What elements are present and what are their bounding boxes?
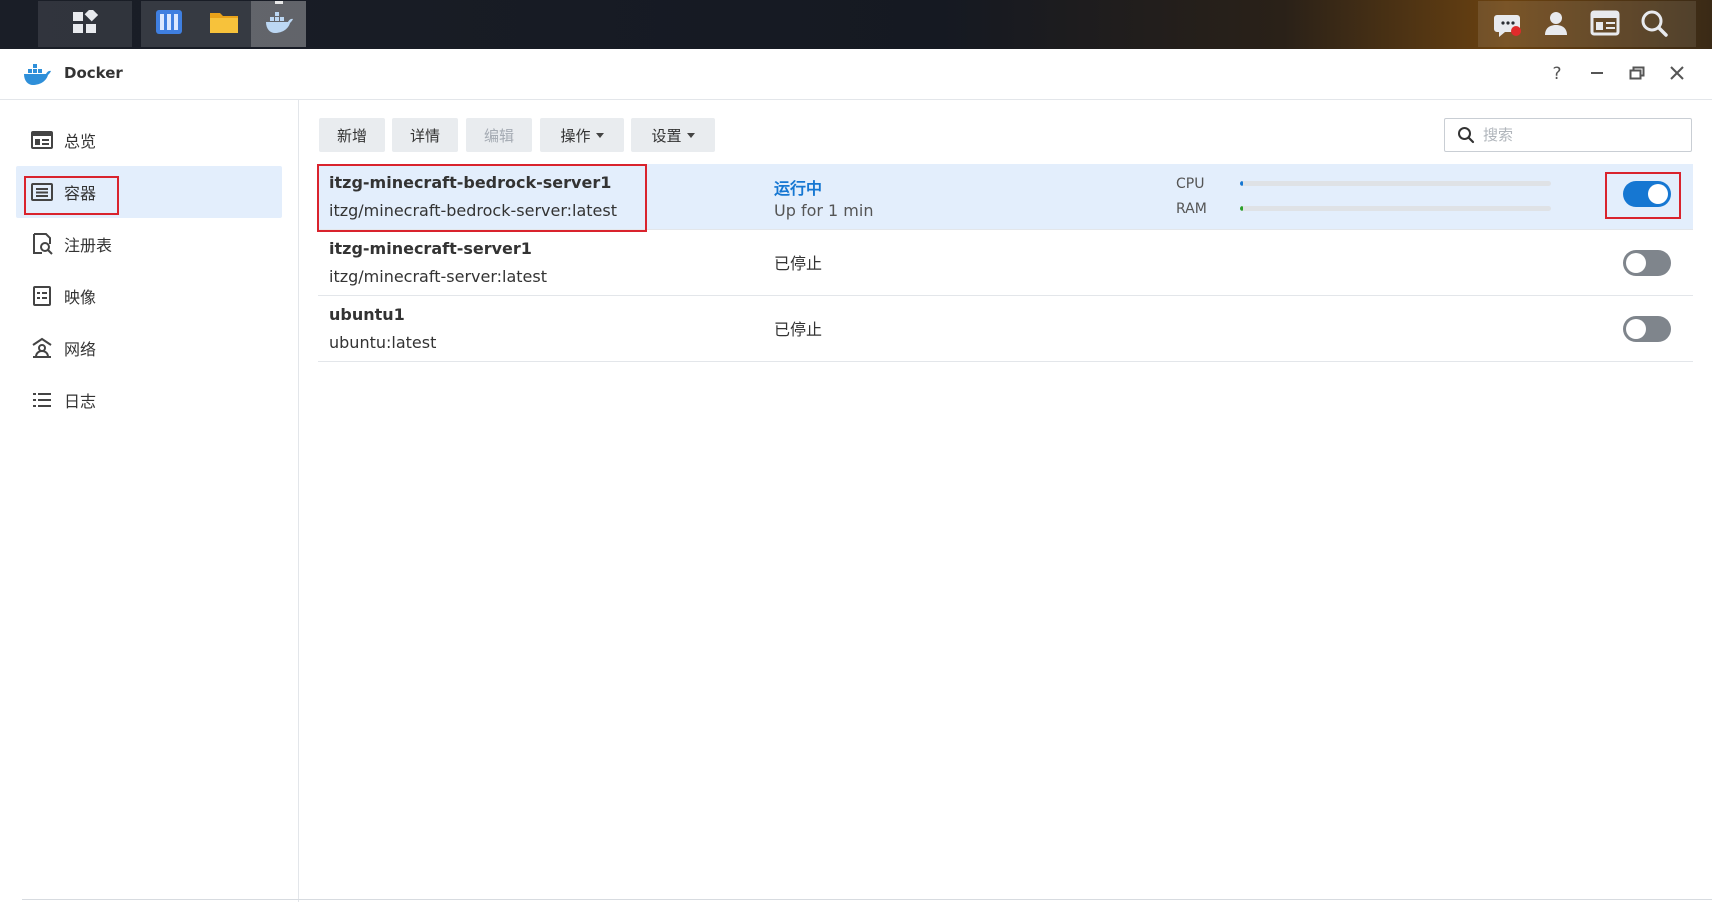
action-label: 操作	[560, 126, 591, 145]
details-button[interactable]: 详情	[392, 118, 458, 152]
sidebar-item-log[interactable]: 日志	[16, 374, 282, 426]
ram-label: RAM	[1176, 201, 1207, 217]
minimize-button[interactable]	[1582, 59, 1612, 89]
restore-button[interactable]	[1622, 59, 1652, 89]
chevron-down-icon	[595, 132, 604, 138]
sidebar-item-label: 日志	[64, 392, 97, 411]
taskbar	[0, 0, 1712, 49]
container-icon	[30, 180, 54, 204]
window-title: Docker	[64, 64, 123, 82]
sidebar-item-label: 网络	[64, 340, 97, 359]
container-run-toggle[interactable]	[1623, 181, 1671, 207]
storage-manager-icon	[154, 7, 184, 41]
sidebar: 总览 容器 注册表 映像 网络 日志	[0, 100, 299, 902]
edit-button[interactable]: 编辑	[466, 118, 532, 152]
sidebar-item-overview[interactable]: 总览	[16, 114, 282, 166]
notification-icon	[1493, 10, 1523, 40]
minimize-icon	[1590, 64, 1604, 85]
docker-icon	[264, 10, 294, 38]
container-status: 已停止	[774, 320, 823, 339]
action-dropdown[interactable]: 操作	[540, 118, 624, 152]
container-run-toggle[interactable]	[1623, 250, 1671, 276]
file-station-icon	[208, 8, 240, 40]
settings-dropdown[interactable]: 设置	[631, 118, 715, 152]
registry-icon	[30, 232, 54, 256]
sidebar-item-container[interactable]: 容器	[16, 166, 282, 218]
user-button[interactable]	[1540, 9, 1572, 41]
container-name: itzg-minecraft-server1	[329, 239, 532, 258]
notification-button[interactable]	[1492, 9, 1524, 41]
window-titlebar[interactable]: Docker ?	[0, 49, 1712, 100]
container-status: 运行中	[774, 179, 823, 198]
window-bottom-border	[22, 899, 1712, 900]
ram-meter	[1240, 206, 1551, 211]
help-icon: ?	[1552, 64, 1562, 84]
image-icon	[30, 284, 54, 308]
global-search-button[interactable]	[1638, 9, 1670, 41]
container-row[interactable]: itzg-minecraft-bedrock-server1 itzg/mine…	[318, 164, 1693, 230]
toggle-knob	[1648, 184, 1668, 204]
cpu-meter	[1240, 181, 1551, 186]
widgets-button[interactable]	[1589, 9, 1621, 41]
sidebar-item-label: 容器	[64, 184, 97, 203]
docker-window: Docker ? 总览 容器 注册表 映像 网络 日志 新增 详情 编辑 操作 …	[0, 49, 1712, 902]
add-button[interactable]: 新增	[319, 118, 385, 152]
taskbar-tray	[1478, 1, 1696, 47]
ram-meter-fill	[1240, 206, 1244, 211]
container-row[interactable]: ubuntu1 ubuntu:latest 已停止	[318, 296, 1693, 362]
container-image: ubuntu:latest	[329, 333, 437, 352]
cpu-meter-fill	[1240, 181, 1244, 186]
cpu-label: CPU	[1176, 176, 1205, 192]
settings-label: 设置	[651, 126, 682, 145]
search-field[interactable]	[1444, 118, 1692, 152]
close-button[interactable]	[1662, 59, 1692, 89]
user-icon	[1542, 9, 1570, 41]
container-run-toggle[interactable]	[1623, 316, 1671, 342]
main-menu-icon	[72, 7, 99, 38]
container-image: itzg/minecraft-server:latest	[329, 267, 547, 286]
log-icon	[30, 388, 54, 412]
network-icon	[30, 336, 54, 360]
sidebar-item-label: 映像	[64, 288, 97, 307]
close-icon	[1670, 64, 1684, 85]
overview-icon	[30, 128, 54, 152]
docker-app[interactable]	[251, 1, 306, 47]
search-icon	[1457, 126, 1475, 144]
main-menu-button[interactable]	[38, 1, 132, 47]
container-name: itzg-minecraft-bedrock-server1	[329, 173, 612, 192]
container-image: itzg/minecraft-bedrock-server:latest	[329, 201, 617, 220]
restore-icon	[1629, 64, 1645, 85]
container-row[interactable]: itzg-minecraft-server1 itzg/minecraft-se…	[318, 230, 1693, 296]
search-input[interactable]	[1481, 125, 1675, 145]
taskbar-apps	[141, 1, 306, 47]
sidebar-item-registry[interactable]: 注册表	[16, 218, 282, 270]
container-name: ubuntu1	[329, 305, 405, 324]
sidebar-item-label: 注册表	[64, 236, 113, 255]
toggle-knob	[1626, 319, 1646, 339]
sidebar-item-network[interactable]: 网络	[16, 322, 282, 374]
chevron-down-icon	[686, 132, 695, 138]
file-station-app[interactable]	[196, 1, 251, 47]
notification-badge	[1511, 26, 1521, 36]
docker-icon	[22, 62, 52, 90]
sidebar-item-label: 总览	[64, 132, 97, 151]
sidebar-item-image[interactable]: 映像	[16, 270, 282, 322]
help-button[interactable]: ?	[1542, 59, 1572, 89]
storage-manager-app[interactable]	[141, 1, 196, 47]
search-icon	[1640, 9, 1668, 41]
container-status: 已停止	[774, 254, 823, 273]
widgets-icon	[1590, 10, 1620, 40]
toggle-knob	[1626, 253, 1646, 273]
container-uptime: Up for 1 min	[774, 201, 874, 220]
